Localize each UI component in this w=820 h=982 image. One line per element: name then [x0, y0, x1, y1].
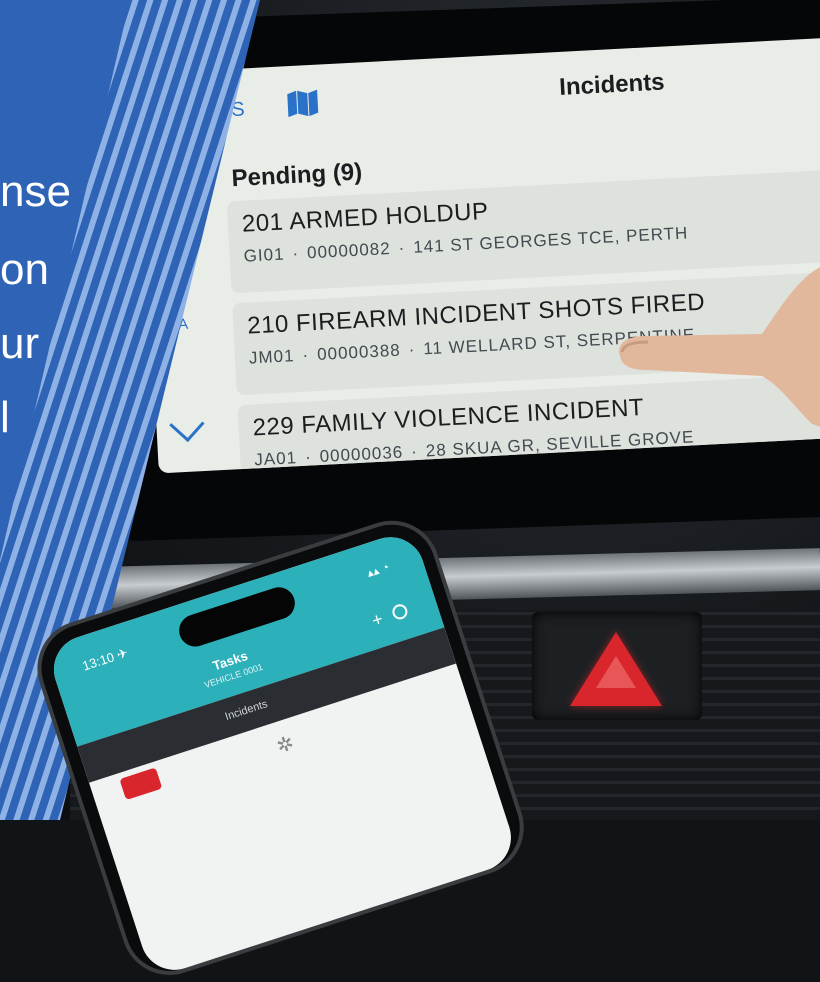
- banner-text-fragment: nse: [0, 167, 71, 216]
- phone-time: 13:10 ✈: [80, 644, 130, 674]
- plus-icon[interactable]: +: [369, 608, 385, 631]
- dynamic-island: [174, 583, 300, 651]
- status-chip[interactable]: [119, 767, 163, 801]
- banner-text-fragment: l: [0, 393, 10, 442]
- gear-icon[interactable]: ✲: [273, 730, 297, 759]
- tab-incidents[interactable]: Incidents: [224, 698, 270, 723]
- search-icon[interactable]: [390, 602, 410, 622]
- signal-icon: ▴▴ ◔: [365, 559, 392, 581]
- banner-text-fragment: ur: [0, 319, 40, 368]
- banner-text-fragment: on: [0, 245, 49, 294]
